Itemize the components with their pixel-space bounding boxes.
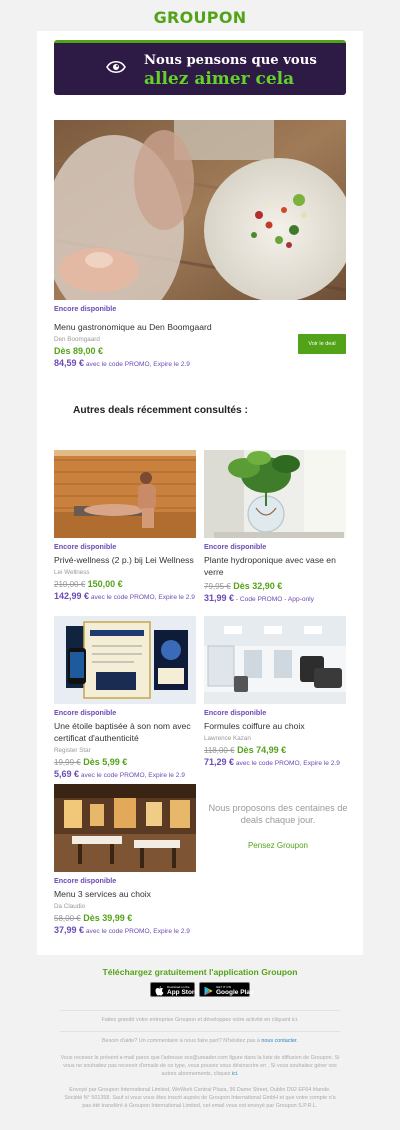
deal-price-row: 210,00 € 150,00 € bbox=[54, 579, 123, 589]
deal-promo-row: 5,69 € avec le code PROMO, Expire le 2.9 bbox=[54, 770, 196, 780]
eye-icon bbox=[106, 60, 126, 74]
banner-line1: Nous pensons que vous bbox=[144, 53, 317, 68]
deal-image[interactable] bbox=[54, 784, 196, 872]
deal-promo-text: avec le code PROMO, Expire le 2.9 bbox=[90, 594, 195, 601]
deal-promo-price: 5,69 € bbox=[54, 769, 80, 779]
deal-card[interactable]: Encore disponible Une étoile baptisée à … bbox=[54, 616, 196, 779]
deal-merchant: Lawrence Kazan bbox=[204, 735, 251, 742]
email-card: Nous pensons que vous allez aimer cela E… bbox=[37, 31, 363, 955]
contact-link[interactable]: nous contacter. bbox=[261, 1038, 298, 1044]
hero-promo-row: 84,59 € avec le code PROMO, Expire le 2.… bbox=[54, 359, 190, 369]
recommendation-banner: Nous pensons que vous allez aimer cela bbox=[54, 40, 346, 95]
google-play-button[interactable]: GET IT ON Google Play bbox=[199, 982, 254, 997]
deal-image[interactable] bbox=[204, 450, 346, 538]
deal-promo-row: 142,99 € avec le code PROMO, Expire le 2… bbox=[54, 592, 196, 602]
deal-promo-price: 31,99 € bbox=[204, 593, 235, 603]
footer-subscription: Vous recevez le présent e-mail parce que… bbox=[60, 1054, 340, 1078]
footer-subscription-text: Vous recevez le présent e-mail parce que… bbox=[60, 1055, 340, 1077]
hero-deal-image[interactable] bbox=[54, 120, 346, 300]
hero-merchant: Den Boomgaard bbox=[54, 336, 100, 343]
deal-promo-row: 71,29 € avec le code PROMO, Expire le 2.… bbox=[204, 758, 346, 768]
app-download-title: Téléchargez gratuitement l'application G… bbox=[102, 967, 298, 977]
deal-price: Dès 5,99 € bbox=[83, 757, 128, 767]
deal-price: Dès 39,99 € bbox=[83, 913, 133, 923]
deal-card[interactable]: Encore disponible Privé-wellness (2 p.) … bbox=[54, 450, 196, 601]
hero-price: Dès 89,00 € bbox=[54, 346, 104, 356]
deal-title[interactable]: Formules coiffure au choix bbox=[204, 720, 346, 732]
deal-price-row: 118,00 € Dès 74,99 € bbox=[204, 745, 286, 755]
deal-title[interactable]: Privé-wellness (2 p.) bij Lei Wellness bbox=[54, 554, 196, 566]
deal-price: 150,00 € bbox=[87, 579, 123, 589]
hero-availability: Encore disponible bbox=[54, 304, 117, 313]
think-groupon-link[interactable]: Pensez Groupon bbox=[203, 841, 353, 850]
deal-price: Dès 32,90 € bbox=[233, 581, 283, 591]
deal-price-row: 58,00 € Dès 39,99 € bbox=[54, 913, 132, 923]
app-store-big: App Store bbox=[167, 988, 199, 996]
deal-old-price: 19,99 € bbox=[54, 758, 81, 767]
deal-availability: Encore disponible bbox=[54, 542, 117, 551]
deal-promo-row: 37,99 € avec le code PROMO, Expire le 2.… bbox=[54, 926, 196, 936]
groupon-logo[interactable]: GROUPON bbox=[0, 8, 400, 27]
deal-price: Dès 74,99 € bbox=[237, 745, 287, 755]
footer-legal: Envoyé par Groupon International Limited… bbox=[64, 1087, 336, 1109]
deal-promo-row: 31,99 € - Code PROMO - App-only bbox=[204, 594, 346, 604]
deal-old-price: 58,00 € bbox=[54, 914, 81, 923]
deal-availability: Encore disponible bbox=[54, 708, 117, 717]
deal-image[interactable] bbox=[54, 616, 196, 704]
deal-promo-price: 71,29 € bbox=[204, 757, 235, 767]
deal-promo-text: avec le code PROMO, Expire le 2.9 bbox=[80, 772, 185, 779]
google-play-icon bbox=[204, 986, 213, 996]
deal-promo-price: 37,99 € bbox=[54, 925, 85, 935]
footer-help-text: Besoin d'aide? Un commentaire à nous fai… bbox=[102, 1038, 260, 1044]
deal-title[interactable]: Plante hydroponique avec vase en verre bbox=[204, 554, 346, 578]
footer-divider bbox=[60, 1010, 340, 1011]
deal-image[interactable] bbox=[204, 616, 346, 704]
deal-promo-text: avec le code PROMO, Expire le 2.9 bbox=[235, 760, 340, 767]
banner-line2: allez aimer cela bbox=[144, 69, 295, 89]
view-deal-button[interactable]: Voir le deal bbox=[298, 334, 346, 354]
apple-icon bbox=[155, 986, 164, 996]
deal-availability: Encore disponible bbox=[54, 876, 117, 885]
deal-price-row: 79,95 € Dès 32,90 € bbox=[204, 581, 282, 591]
deal-title[interactable]: Une étoile baptisée à son nom avec certi… bbox=[54, 720, 196, 744]
recent-deals-heading: Autres deals récemment consultés : bbox=[73, 405, 248, 416]
deal-old-price: 79,95 € bbox=[204, 582, 231, 591]
hero-promo-text: avec le code PROMO, Expire le 2.9 bbox=[85, 361, 190, 368]
hero-promo-price: 84,59 € bbox=[54, 358, 85, 368]
deal-promo-price: 142,99 € bbox=[54, 591, 90, 601]
deal-image[interactable] bbox=[54, 450, 196, 538]
google-play-big: Google Play bbox=[216, 988, 254, 996]
footer-merchant-text[interactable]: Faites grandir votre entreprise Groupon … bbox=[60, 1016, 340, 1024]
deal-card[interactable]: Encore disponible Menu 3 services au cho… bbox=[54, 784, 196, 935]
deal-merchant: Lei Wellness bbox=[54, 569, 90, 576]
deal-old-price: 118,00 € bbox=[204, 746, 235, 755]
app-store-button[interactable]: Download on the App Store bbox=[150, 982, 199, 997]
deal-availability: Encore disponible bbox=[204, 708, 267, 717]
hero-price-row: Dès 89,00 € bbox=[54, 346, 103, 356]
deal-card[interactable]: Encore disponible Plante hydroponique av… bbox=[204, 450, 346, 603]
deal-promo-text: avec le code PROMO, Expire le 2.9 bbox=[85, 928, 190, 935]
deal-availability: Encore disponible bbox=[204, 542, 267, 551]
deal-card[interactable]: Encore disponible Formules coiffure au c… bbox=[204, 616, 346, 767]
deal-promo-text: - Code PROMO - App-only bbox=[235, 596, 314, 603]
footer-help: Besoin d'aide? Un commentaire à nous fai… bbox=[60, 1037, 340, 1045]
more-deals-text: Nous proposons des centaines de deals ch… bbox=[208, 803, 348, 825]
deal-merchant: Da Claudio bbox=[54, 903, 86, 910]
deal-title[interactable]: Menu 3 services au choix bbox=[54, 888, 196, 900]
deal-price-row: 19,99 € Dès 5,99 € bbox=[54, 757, 127, 767]
deal-old-price: 210,00 € bbox=[54, 580, 86, 589]
deal-merchant: Register Star bbox=[54, 747, 91, 754]
hero-title[interactable]: Menu gastronomique au Den Boomgaard bbox=[54, 321, 284, 333]
footer-divider bbox=[60, 1031, 340, 1032]
manage-subscriptions-link[interactable]: ici. bbox=[232, 1071, 239, 1077]
